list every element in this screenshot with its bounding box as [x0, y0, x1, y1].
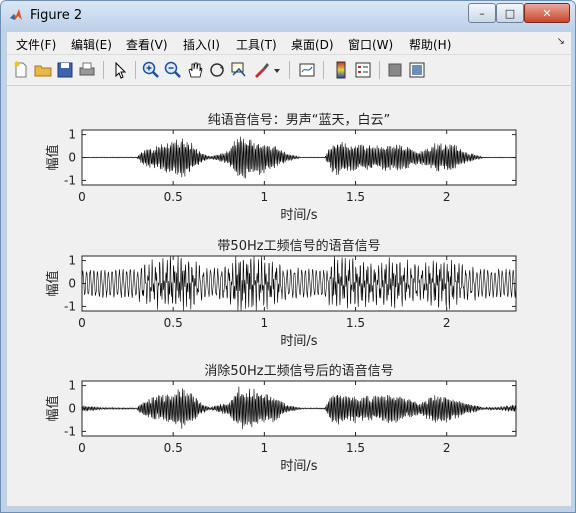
toolbar-separator: [379, 61, 380, 79]
subplot-title: 纯语音信号：男声“蓝天，白云”: [208, 112, 390, 128]
toolbar-separator: [103, 61, 104, 79]
x-tick-label: 1: [261, 316, 269, 330]
show-plot-tools-icon[interactable]: [407, 60, 427, 80]
x-axis-label: 时间/s: [280, 334, 317, 349]
insert-legend-icon[interactable]: [353, 60, 373, 80]
zoom-in-icon[interactable]: [141, 60, 161, 80]
menu-tools[interactable]: 工具(T): [236, 36, 277, 53]
toolbar-separator: [135, 61, 136, 79]
menu-file[interactable]: 文件(F): [16, 36, 56, 53]
figure-window: Figure 2 – □ ✕ 文件(F) 编辑(E) 查看(V) 插入(I) 工…: [0, 0, 576, 513]
y-axis-label: 幅值: [45, 395, 61, 421]
figure-canvas: 纯语音信号：男声“蓝天，白云” 0 0.5 1 1.5 2 1 0 -1 时间/s 幅值 带50Hz工…: [7, 86, 571, 506]
menu-overflow-icon[interactable]: ↘: [557, 36, 565, 47]
x-tick-label: 0: [78, 316, 86, 330]
subplot-title: 消除50Hz工频信号后的语音信号: [204, 363, 393, 379]
close-button[interactable]: ✕: [524, 3, 570, 23]
data-cursor-icon[interactable]: [229, 60, 249, 80]
toolbar-separator: [289, 61, 290, 79]
y-tick-label: 0: [68, 151, 76, 165]
open-file-icon[interactable]: [33, 60, 53, 80]
menu-desktop[interactable]: 桌面(D): [291, 36, 334, 53]
toolbar-separator: [323, 61, 324, 79]
x-tick-label: 2: [443, 316, 451, 330]
y-tick-label: 1: [68, 379, 76, 393]
subplot-title: 带50Hz工频信号的语音信号: [217, 238, 380, 254]
y-tick-label: 0: [68, 277, 76, 291]
menu-view[interactable]: 查看(V): [126, 36, 168, 53]
minimize-button[interactable]: –: [468, 3, 496, 23]
y-tick-label: 1: [68, 254, 76, 268]
subplot-1: 纯语音信号：男声“蓝天，白云”0 0.5 1 1.5 210-1时间/s幅值: [45, 112, 517, 223]
menu-insert[interactable]: 插入(I): [183, 36, 220, 53]
figure-toolbar: [7, 55, 571, 86]
x-tick-label: 1.5: [346, 190, 365, 204]
x-axis-label: 时间/s: [280, 459, 317, 474]
y-axis-label: 幅值: [45, 270, 61, 296]
zoom-out-icon[interactable]: [163, 60, 183, 80]
close-icon: ✕: [542, 6, 552, 20]
hide-plot-tools-icon[interactable]: [385, 60, 405, 80]
plots-svg: 纯语音信号：男声“蓝天，白云”0 0.5 1 1.5 210-1时间/s幅值带50Hz工…: [45, 112, 517, 474]
menu-help[interactable]: 帮助(H): [409, 36, 451, 53]
x-tick-label: 0.5: [164, 316, 183, 330]
x-tick-label: 1.5: [346, 441, 365, 455]
maximize-button[interactable]: □: [496, 3, 524, 23]
x-tick-label: 0.5: [164, 441, 183, 455]
y-tick-label: -1: [64, 299, 76, 313]
minimize-icon: –: [479, 6, 485, 20]
menu-bar: 文件(F) 编辑(E) 查看(V) 插入(I) 工具(T) 桌面(D) 窗口(W…: [7, 32, 571, 55]
maximize-icon: □: [504, 6, 516, 20]
subplot-2: 带50Hz工频信号的语音信号0 0.5 1 1.5 210-1时间/s幅值: [45, 238, 517, 349]
y-tick-label: -1: [64, 173, 76, 187]
select-arrow-icon[interactable]: [110, 60, 130, 80]
save-icon[interactable]: [55, 60, 75, 80]
print-icon[interactable]: [77, 60, 97, 80]
menu-window[interactable]: 窗口(W): [348, 36, 393, 53]
menu-edit[interactable]: 编辑(E): [71, 36, 112, 53]
x-tick-label: 0.5: [164, 190, 183, 204]
new-figure-icon[interactable]: [11, 60, 31, 80]
x-tick-label: 1.5: [346, 316, 365, 330]
x-tick-label: 2: [443, 441, 451, 455]
window-title: Figure 2: [30, 8, 83, 23]
y-axis-label: 幅值: [45, 144, 61, 170]
insert-colorbar-icon[interactable]: [331, 60, 351, 80]
x-tick-label: 1: [261, 441, 269, 455]
link-plot-icon[interactable]: [297, 60, 317, 80]
rotate-3d-icon[interactable]: [207, 60, 227, 80]
y-tick-label: 1: [68, 128, 76, 142]
x-tick-label: 0: [78, 190, 86, 204]
matlab-logo-icon: [10, 9, 22, 20]
brush-menu-arrow-icon[interactable]: [272, 60, 282, 80]
x-tick-label: 0: [78, 441, 86, 455]
y-tick-label: -1: [64, 424, 76, 438]
y-tick-label: 0: [68, 402, 76, 416]
x-tick-label: 2: [443, 190, 451, 204]
x-tick-label: 1: [261, 190, 269, 204]
x-axis-label: 时间/s: [280, 208, 317, 223]
title-bar[interactable]: Figure 2 – □ ✕: [1, 1, 575, 31]
pan-hand-icon[interactable]: [185, 60, 205, 80]
brush-icon[interactable]: [251, 60, 271, 80]
subplot-3: 消除50Hz工频信号后的语音信号0 0.5 1 1.5 210-1时间/s幅值: [45, 363, 517, 474]
